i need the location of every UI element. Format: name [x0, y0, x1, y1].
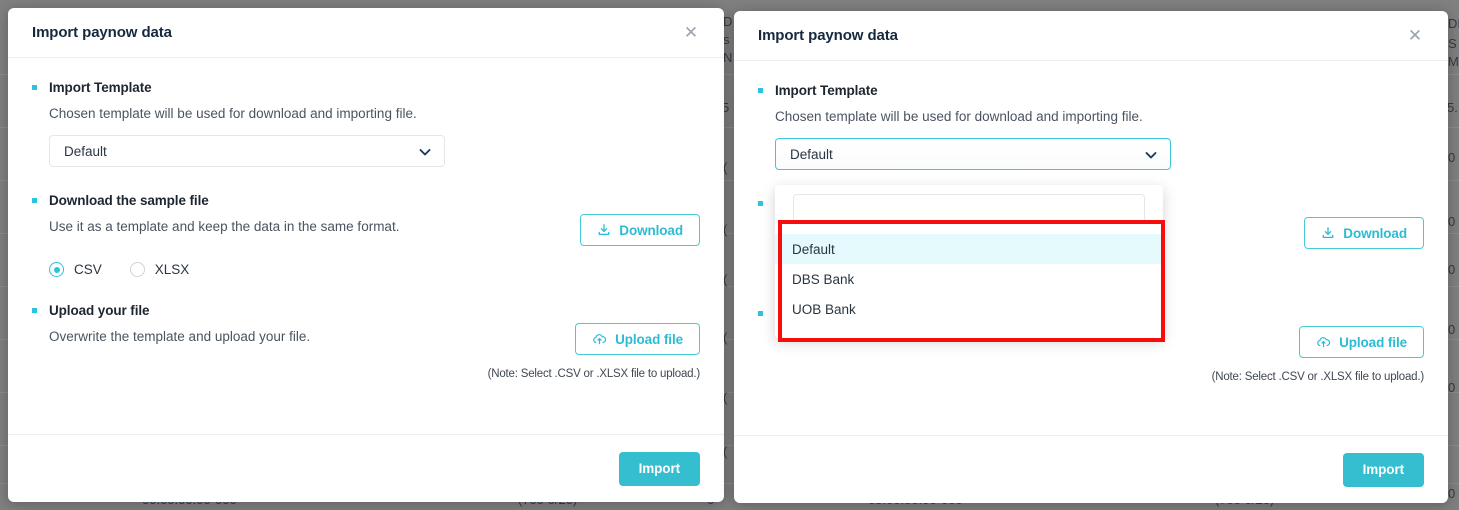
bullet-icon	[32, 85, 37, 90]
section-description: Overwrite the template and upload your f…	[49, 329, 311, 344]
dialog-body: Import Template Chosen template will be …	[734, 61, 1448, 383]
import-dialog-open: Import paynow data ✕ Import Template Cho…	[734, 11, 1448, 503]
background-text: 0	[1448, 214, 1456, 229]
background-text: 5.	[1447, 100, 1458, 115]
background-text: 0	[1448, 262, 1456, 277]
template-search-input[interactable]	[793, 194, 1145, 224]
section-title: Upload your file	[49, 303, 150, 318]
download-row: Use it as a template and keep the data i…	[32, 208, 700, 246]
template-option-default[interactable]: Default	[775, 234, 1163, 264]
template-dropdown-panel: Default DBS Bank UOB Bank	[775, 185, 1163, 338]
upload-note: (Note: Select .CSV or .XLSX file to uplo…	[1211, 371, 1425, 383]
upload-file-button[interactable]: Upload file	[1299, 326, 1424, 358]
template-select-value: Default	[790, 146, 833, 162]
bullet-icon	[758, 201, 763, 206]
bullet-icon	[758, 311, 763, 316]
background-text: 0	[1448, 486, 1456, 501]
background-text: DI	[1448, 16, 1459, 31]
section-title: Import Template	[775, 83, 878, 98]
download-button[interactable]: Download	[1304, 217, 1424, 249]
background-text: N	[723, 50, 733, 65]
bullet-icon	[32, 308, 37, 313]
upload-button-label: Upload file	[615, 331, 683, 347]
template-option-list: Default DBS Bank UOB Bank	[775, 234, 1163, 338]
chevron-down-icon	[419, 145, 431, 157]
section-title: Download the sample file	[49, 193, 209, 208]
background-text: D	[723, 14, 733, 29]
cloud-upload-icon	[1316, 335, 1331, 349]
template-select-value: Default	[64, 143, 107, 159]
upload-note: (Note: Select .CSV or .XLSX file to uplo…	[487, 368, 701, 380]
section-header: Import Template	[32, 80, 700, 95]
import-button[interactable]: Import	[1342, 452, 1424, 487]
background-text: 0	[1448, 322, 1456, 337]
format-radio-group: CSV XLSX	[49, 262, 700, 277]
dialog-title: Import paynow data	[32, 24, 172, 41]
radio-xlsx[interactable]: XLSX	[129, 262, 190, 277]
section-header: Upload your file	[32, 303, 700, 318]
import-dialog-closed: Import paynow data ✕ Import Template Cho…	[8, 8, 724, 502]
upload-button-label: Upload file	[1339, 334, 1407, 350]
download-button-label: Download	[619, 222, 683, 238]
dialog-header: Import paynow data ✕	[8, 8, 724, 58]
chevron-down-icon	[1145, 148, 1157, 160]
upload-file-button[interactable]: Upload file	[575, 323, 700, 355]
template-option-dbs-bank[interactable]: DBS Bank	[775, 264, 1163, 294]
download-icon	[597, 223, 611, 237]
upload-row: Overwrite the template and upload your f…	[32, 318, 700, 355]
dialog-footer: Import	[8, 434, 724, 502]
radio-csv-label: CSV	[74, 262, 102, 277]
section-download-sample: Download the sample file Use it as a tem…	[32, 193, 700, 277]
section-header: Import Template	[758, 83, 1424, 98]
dialog-header: Import paynow data ✕	[734, 11, 1448, 61]
section-header: Download the sample file	[32, 193, 700, 208]
section-import-template: Import Template Chosen template will be …	[32, 80, 700, 167]
radio-csv-icon	[49, 262, 64, 277]
close-icon[interactable]: ✕	[680, 22, 702, 44]
template-select[interactable]: Default	[775, 138, 1171, 170]
background-text: M	[1448, 54, 1459, 69]
section-import-template: Import Template Chosen template will be …	[758, 83, 1424, 170]
bullet-icon	[32, 198, 37, 203]
background-text: 0	[1448, 380, 1456, 395]
bullet-icon	[758, 88, 763, 93]
section-description: Chosen template will be used for downloa…	[775, 109, 1143, 124]
cloud-upload-icon	[592, 332, 607, 346]
template-option-uob-bank[interactable]: UOB Bank	[775, 294, 1163, 324]
download-button-label: Download	[1343, 225, 1407, 241]
dialog-title: Import paynow data	[758, 27, 898, 44]
template-select[interactable]: Default	[49, 135, 445, 167]
radio-xlsx-icon	[129, 262, 145, 277]
dialog-footer: Import	[734, 435, 1448, 503]
download-icon	[1321, 226, 1335, 240]
import-button[interactable]: Import	[618, 451, 700, 486]
section-description: Use it as a template and keep the data i…	[49, 219, 400, 234]
background-text: S	[1448, 36, 1457, 51]
section-description: Chosen template will be used for downloa…	[49, 106, 417, 121]
dialog-body: Import Template Chosen template will be …	[8, 58, 724, 380]
radio-xlsx-label: XLSX	[154, 262, 190, 277]
radio-csv[interactable]: CSV	[49, 262, 102, 277]
section-upload-file: Upload your file Overwrite the template …	[32, 303, 700, 380]
close-icon[interactable]: ✕	[1404, 25, 1426, 47]
download-button[interactable]: Download	[580, 214, 700, 246]
section-title: Import Template	[49, 80, 152, 95]
background-text: 0	[1448, 150, 1456, 165]
